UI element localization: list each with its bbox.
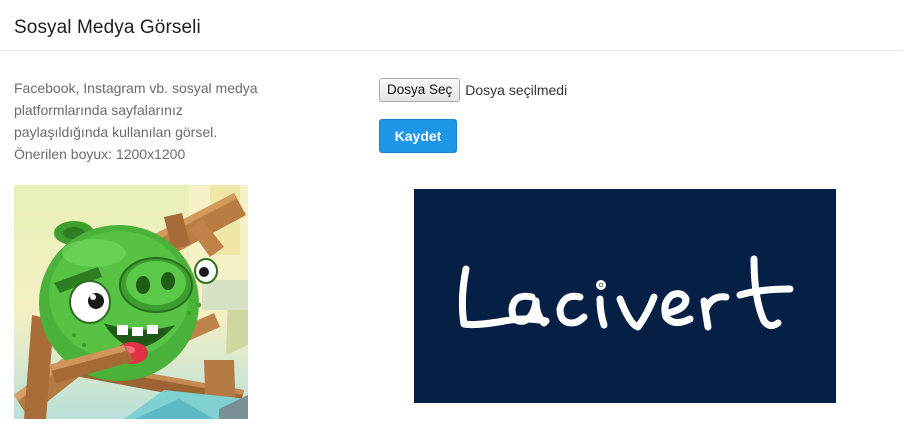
current-social-image <box>14 185 248 419</box>
description-line: platformlarında sayfalarınız <box>14 102 183 118</box>
new-social-image-preview: Lacivert <box>414 189 836 403</box>
section-title: Sosyal Medya Görseli <box>14 17 201 38</box>
lacivert-text: Lacivert <box>623 387 627 390</box>
description-line: paylaşıldığında kullanılan görsel. <box>14 124 218 140</box>
choose-file-button[interactable]: Dosya Seç <box>379 78 461 102</box>
description-line: Facebook, Instagram vb. sosyal medya <box>14 80 258 96</box>
image-description: Facebook, Instagram vb. sosyal medya pla… <box>14 77 314 165</box>
lacivert-logo: Lacivert <box>458 255 794 390</box>
save-button[interactable]: Kaydet <box>379 119 457 153</box>
file-status-text: Dosya seçilmedi <box>465 82 568 98</box>
section-divider <box>0 50 903 51</box>
file-input[interactable]: Dosya Seç Dosya seçilmedi <box>379 78 567 102</box>
description-line: Önerilen boyux: 1200x1200 <box>14 146 186 162</box>
green-pig-image <box>14 185 248 419</box>
